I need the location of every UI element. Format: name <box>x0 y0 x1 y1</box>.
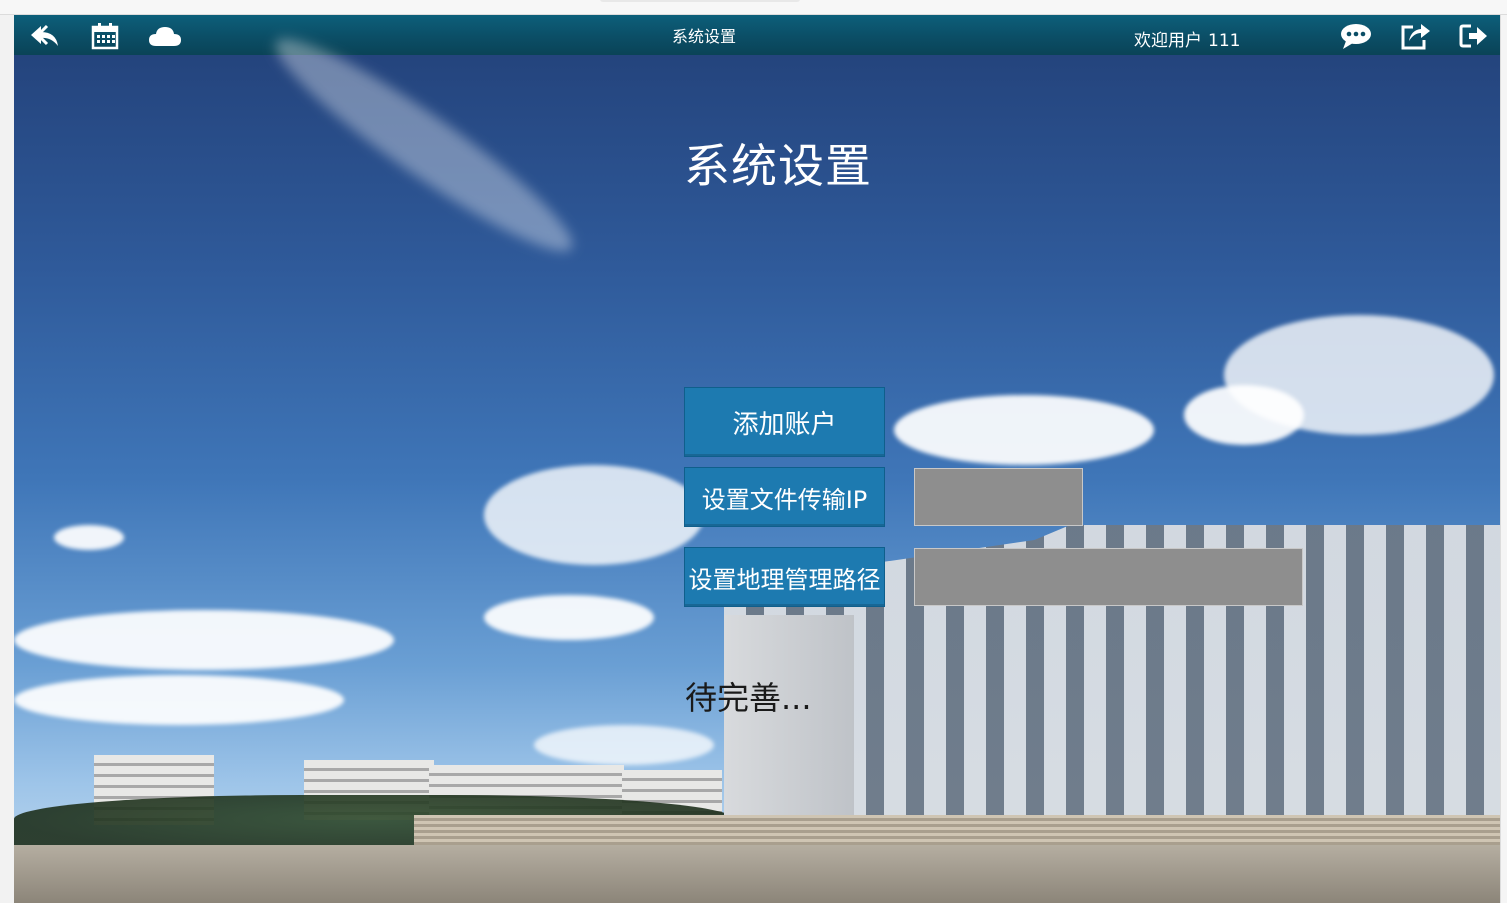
cloud <box>484 595 654 640</box>
os-tab-ghost <box>600 0 800 2</box>
calendar-icon[interactable] <box>88 21 122 51</box>
user-id: 111 <box>1208 31 1241 51</box>
chat-icon[interactable] <box>1339 21 1373 51</box>
share-icon[interactable] <box>1398 21 1432 51</box>
cloud <box>1184 385 1304 445</box>
cloud <box>534 725 714 765</box>
logout-icon[interactable] <box>1457 21 1491 51</box>
pending-text: 待完善... <box>685 679 812 717</box>
app-window: 系统设置 欢迎用户 111 系统设置 添加账户 设置文件传输IP 设置地理管理路… <box>14 15 1500 903</box>
cloud <box>894 395 1154 465</box>
geo-path-input[interactable] <box>914 548 1303 606</box>
back-icon[interactable] <box>28 21 62 51</box>
welcome-label: 欢迎用户 <box>1134 31 1202 51</box>
cloud-streak <box>259 17 589 273</box>
plaza-ground <box>14 845 1500 903</box>
page-heading: 系统设置 <box>684 139 872 193</box>
header-title: 系统设置 <box>671 27 736 46</box>
top-bar: 系统设置 欢迎用户 111 <box>14 15 1500 55</box>
cloud <box>14 610 394 670</box>
add-account-button[interactable]: 添加账户 <box>684 387 885 457</box>
transfer-ip-input[interactable] <box>914 468 1083 526</box>
os-window-strip <box>0 0 1507 15</box>
cloud <box>14 675 344 725</box>
cloud-icon[interactable] <box>148 21 182 51</box>
welcome-text: 欢迎用户 111 <box>1134 26 1240 51</box>
library-tower <box>724 615 854 825</box>
set-geo-path-button[interactable]: 设置地理管理路径 <box>684 547 885 607</box>
window-right-edge <box>1500 15 1507 903</box>
cloud <box>484 465 704 565</box>
cloud <box>54 525 124 550</box>
set-transfer-ip-button[interactable]: 设置文件传输IP <box>684 467 885 527</box>
